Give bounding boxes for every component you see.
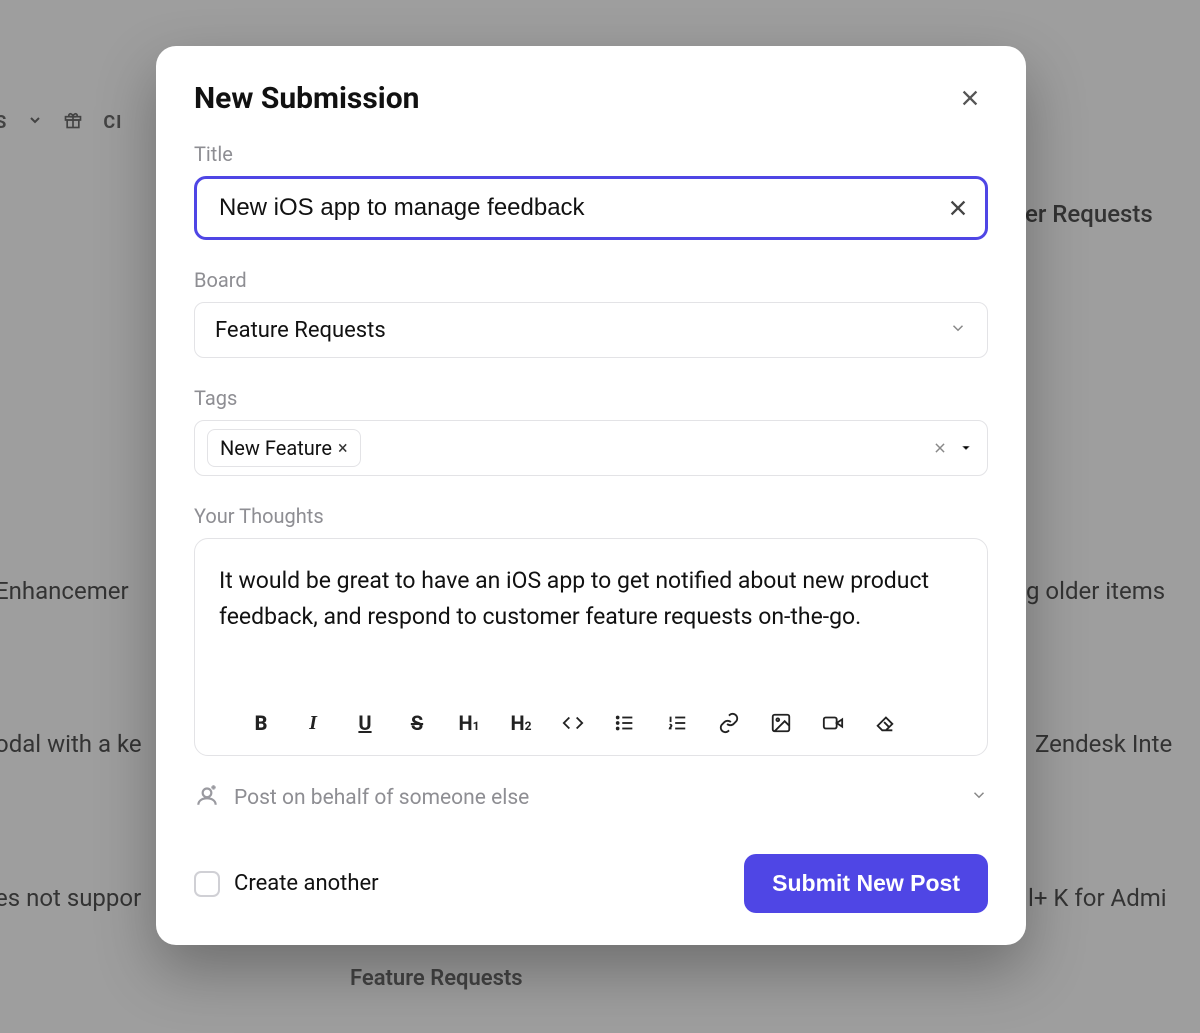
title-input[interactable] (219, 194, 947, 222)
submit-button[interactable]: Submit New Post (744, 854, 988, 913)
tag-chip-label: New Feature (220, 436, 332, 460)
new-submission-modal: New Submission Title Board Feature Reque… (156, 46, 1026, 945)
clear-title-button[interactable] (947, 197, 969, 219)
post-on-behalf-label: Post on behalf of someone else (234, 786, 529, 810)
numbered-list-button[interactable] (655, 703, 699, 743)
modal-title: New Submission (194, 81, 419, 116)
title-field-wrapper (194, 176, 988, 240)
board-selected-value: Feature Requests (215, 318, 386, 343)
erase-button[interactable] (863, 703, 907, 743)
create-another-checkbox[interactable]: Create another (194, 871, 379, 897)
create-another-label: Create another (234, 871, 379, 896)
clear-tags-button[interactable] (933, 441, 947, 455)
tags-input[interactable]: New Feature × (194, 420, 988, 476)
code-button[interactable] (551, 703, 595, 743)
tag-chip: New Feature × (207, 429, 361, 467)
title-label: Title (194, 142, 988, 166)
thoughts-label: Your Thoughts (194, 504, 988, 528)
heading1-button[interactable]: H1 (447, 703, 491, 743)
italic-button[interactable]: I (291, 703, 335, 743)
underline-button[interactable]: U (343, 703, 387, 743)
post-on-behalf-toggle[interactable]: Post on behalf of someone else (194, 782, 988, 814)
link-button[interactable] (707, 703, 751, 743)
chevron-down-icon[interactable] (959, 441, 973, 455)
bullet-list-button[interactable] (603, 703, 647, 743)
board-label: Board (194, 268, 988, 292)
bold-button[interactable]: B (239, 703, 283, 743)
checkbox-icon (194, 871, 220, 897)
editor-toolbar: B I U S H1 H2 (219, 703, 963, 743)
thoughts-editor: It would be great to have an iOS app to … (194, 538, 988, 756)
chevron-down-icon (970, 786, 988, 810)
remove-tag-button[interactable]: × (338, 438, 348, 459)
chevron-down-icon (949, 319, 967, 341)
strikethrough-button[interactable]: S (395, 703, 439, 743)
thoughts-textarea[interactable]: It would be great to have an iOS app to … (219, 563, 963, 683)
close-button[interactable] (952, 80, 988, 116)
image-button[interactable] (759, 703, 803, 743)
board-select[interactable]: Feature Requests (194, 302, 988, 358)
video-button[interactable] (811, 703, 855, 743)
heading2-button[interactable]: H2 (499, 703, 543, 743)
tags-label: Tags (194, 386, 988, 410)
user-plus-icon (194, 782, 220, 814)
